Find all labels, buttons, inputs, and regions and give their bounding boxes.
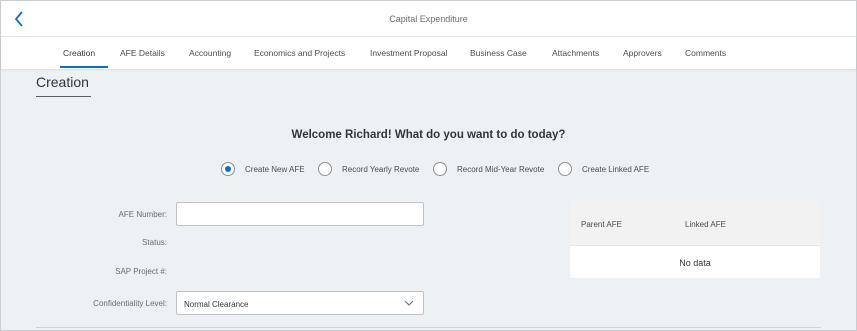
chevron-down-icon (404, 300, 414, 306)
tab-approvers[interactable]: Approvers (623, 48, 662, 58)
linked-afe-table: Parent AFE Linked AFE No data (570, 201, 820, 278)
tab-business-case[interactable]: Business Case (470, 48, 527, 58)
tab-accounting[interactable]: Accounting (189, 48, 231, 58)
radio-label: Record Mid-Year Revote (457, 164, 545, 174)
divider (36, 327, 821, 328)
table-body: No data (570, 246, 820, 278)
radio-label: Create New AFE (245, 164, 305, 174)
tab-bar: Creation AFE Details Accounting Economic… (1, 37, 856, 69)
radio-create-linked-afe[interactable]: Create Linked AFE (558, 162, 649, 176)
radio-unselected-icon (558, 162, 572, 176)
sap-project-label: SAP Project #: (115, 267, 167, 276)
section-title: Creation (36, 74, 89, 90)
confidentiality-level-label: Confidentiality Level: (93, 299, 167, 308)
table-header: Parent AFE Linked AFE (570, 201, 820, 246)
radio-selected-icon (221, 162, 235, 176)
radio-label: Record Yearly Revote (342, 164, 420, 174)
tab-afe-details[interactable]: AFE Details (120, 48, 165, 58)
column-header-linked-afe: Linked AFE (685, 220, 726, 229)
afe-number-input[interactable] (176, 202, 424, 226)
confidentiality-level-select[interactable]: Normal Clearance (176, 291, 424, 315)
confidentiality-level-value: Normal Clearance (184, 300, 249, 309)
tab-creation[interactable]: Creation (63, 48, 95, 58)
column-header-parent-afe: Parent AFE (581, 220, 622, 229)
status-label: Status: (142, 238, 167, 247)
app-title: Capital Expenditure (389, 14, 468, 24)
radio-create-new-afe[interactable]: Create New AFE (221, 162, 305, 176)
afe-number-label: AFE Number: (118, 210, 167, 219)
radio-unselected-icon (433, 162, 447, 176)
radio-label: Create Linked AFE (582, 164, 650, 174)
tab-comments[interactable]: Comments (685, 48, 726, 58)
section-title-underline (36, 96, 91, 97)
welcome-message: Welcome Richard! What do you want to do … (291, 129, 566, 141)
tab-attachments[interactable]: Attachments (552, 48, 599, 58)
radio-unselected-icon (318, 162, 332, 176)
radio-record-yearly-revote[interactable]: Record Yearly Revote (318, 162, 419, 176)
shell-header: Capital Expenditure (1, 1, 856, 37)
tab-investment-proposal[interactable]: Investment Proposal (370, 48, 447, 58)
active-tab-indicator (60, 66, 108, 68)
radio-record-mid-year-revote[interactable]: Record Mid-Year Revote (433, 162, 544, 176)
tab-economics-and-projects[interactable]: Economics and Projects (254, 48, 345, 58)
no-data-text: No data (679, 258, 711, 268)
